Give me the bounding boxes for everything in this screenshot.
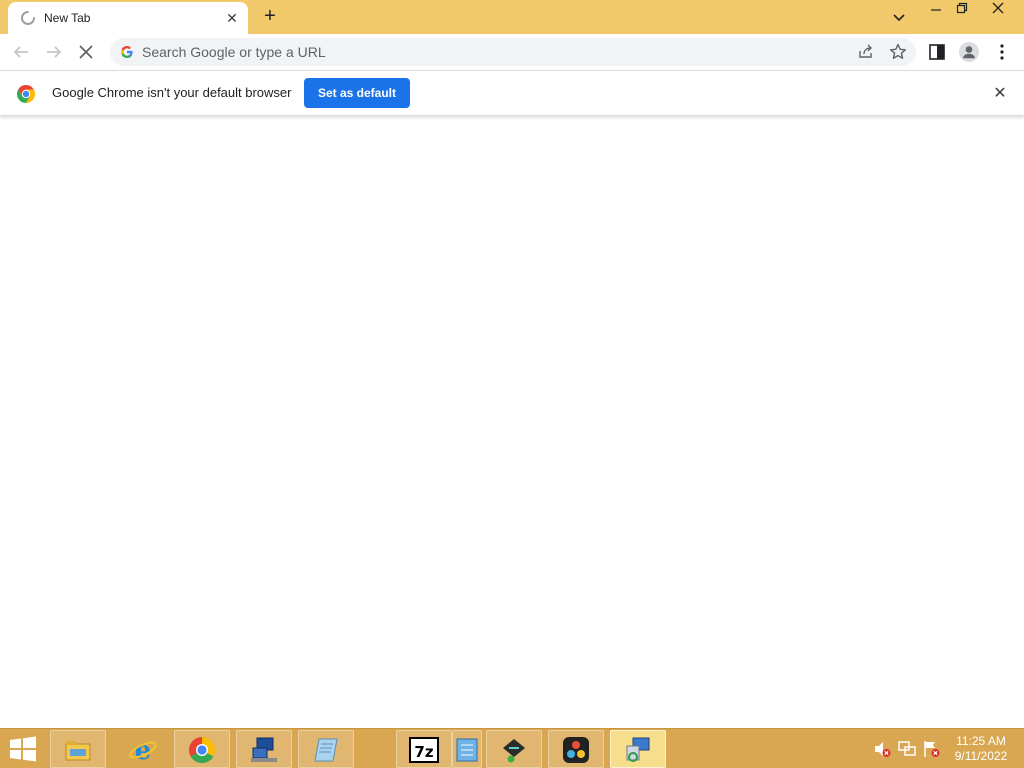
windows-start-icon[interactable] <box>6 736 40 762</box>
remote-desktop-icon <box>626 737 650 762</box>
taskbar-installer[interactable] <box>452 730 482 768</box>
file-explorer-icon <box>65 741 91 761</box>
omnibox[interactable] <box>110 38 916 66</box>
network-computer-icon <box>251 737 277 762</box>
taskbar-setup-tool[interactable] <box>486 730 542 768</box>
infobar-close-icon[interactable]: ✕ <box>990 84 1010 104</box>
share-icon[interactable] <box>856 42 876 62</box>
action-center-flag-icon[interactable] <box>921 739 941 759</box>
chrome-window: New Tab ✕ + Search Google or type a URL … <box>0 0 1024 728</box>
chrome-logo-icon <box>16 85 36 103</box>
tab-search-chevron-icon[interactable] <box>888 6 910 28</box>
restore-button[interactable] <box>946 0 978 22</box>
minimize-icon <box>931 9 941 11</box>
network-icon[interactable] <box>897 739 917 759</box>
stop-loading-icon[interactable] <box>73 39 99 65</box>
volume-muted-icon[interactable] <box>872 739 892 759</box>
bookmark-star-icon[interactable] <box>888 42 908 62</box>
clock-time: 11:25 AM <box>956 734 1006 748</box>
taskbar-internet-explorer[interactable]: e <box>116 730 172 768</box>
clock-date: 9/11/2022 <box>954 749 1008 763</box>
taskbar-chrome[interactable] <box>174 730 230 768</box>
side-panel-icon[interactable] <box>926 41 948 63</box>
back-arrow-icon[interactable] <box>8 39 34 65</box>
setup-tool-icon <box>503 739 525 763</box>
internet-explorer-icon: e <box>129 736 157 763</box>
taskbar-7zip[interactable]: 7z <box>396 730 452 768</box>
svg-text:e: e <box>135 736 152 763</box>
taskbar-remote-desktop[interactable] <box>610 730 666 768</box>
taskbar: e 7z 11:25 AM 9/11/2022 <box>0 728 1024 768</box>
taskbar-file-explorer[interactable] <box>50 730 106 768</box>
restore-icon <box>956 2 968 14</box>
address-input[interactable] <box>142 38 742 66</box>
tab-title: New Tab <box>44 11 91 25</box>
installer-icon <box>456 738 478 762</box>
notepad-icon <box>314 738 338 762</box>
close-icon <box>992 2 1004 14</box>
set-as-default-button[interactable]: Set as default <box>304 78 410 108</box>
davinci-resolve-icon <box>563 737 589 763</box>
forward-arrow-icon[interactable] <box>41 39 67 65</box>
infobar-message: Google Chrome isn't your default browser <box>52 85 292 100</box>
loading-spinner-icon <box>21 11 35 25</box>
google-g-icon <box>121 46 133 58</box>
svg-text:7z: 7z <box>414 743 433 761</box>
tab-strip: New Tab ✕ + <box>0 0 1024 34</box>
taskbar-davinci-resolve[interactable] <box>548 730 604 768</box>
taskbar-network-computer[interactable] <box>236 730 292 768</box>
tab-new-tab[interactable]: New Tab ✕ <box>8 2 248 34</box>
menu-kebab-icon[interactable] <box>991 41 1013 63</box>
new-tab-button[interactable]: + <box>258 5 282 29</box>
toolbar <box>0 34 1024 71</box>
default-browser-infobar: Google Chrome isn't your default browser… <box>0 71 1024 116</box>
tab-close-icon[interactable]: ✕ <box>222 8 242 28</box>
7zip-icon: 7z <box>409 737 439 763</box>
taskbar-notepad[interactable] <box>298 730 354 768</box>
profile-avatar-icon[interactable] <box>958 41 980 63</box>
close-window-button[interactable] <box>982 0 1014 22</box>
system-clock[interactable]: 11:25 AM 9/11/2022 <box>944 734 1018 764</box>
chrome-icon <box>189 736 216 764</box>
